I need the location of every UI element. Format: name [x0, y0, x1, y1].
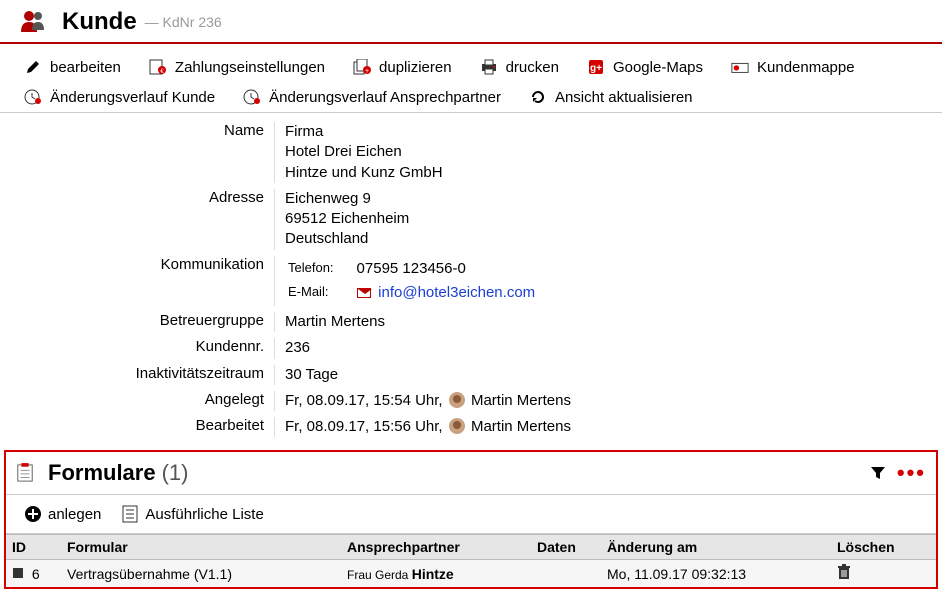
edit-button[interactable]: bearbeiten: [10, 52, 135, 82]
bearbeitet-time: Fr, 08.09.17, 15:56 Uhr,: [285, 418, 443, 435]
clock-history-icon: [243, 88, 261, 106]
panel-title: Formulare: [48, 460, 156, 486]
edit-label: bearbeiten: [50, 59, 121, 76]
name-line2: Hotel Drei Eichen: [285, 142, 942, 162]
duplicate-button[interactable]: + duplizieren: [339, 52, 466, 82]
duplicate-label: duplizieren: [379, 59, 452, 76]
formulare-panel: Formulare (1) ••• anlegen Ausführliche L…: [4, 450, 938, 589]
kundenmappe-button[interactable]: Kundenmappe: [717, 52, 869, 82]
row-ansp-name: Hintze: [412, 566, 454, 582]
label-betreuergruppe: Betreuergruppe: [0, 312, 274, 329]
detailed-list-button[interactable]: Ausführliche Liste: [111, 501, 273, 527]
label-angelegt: Angelegt: [0, 391, 274, 408]
name-line3: Hintze und Kunz GmbH: [285, 163, 942, 183]
col-loeschen[interactable]: Löschen: [831, 535, 936, 560]
label-bearbeitet: Bearbeitet: [0, 417, 274, 434]
label-kundennr: Kundennr.: [0, 338, 274, 355]
panel-header: Formulare (1) •••: [6, 452, 936, 495]
history-contact-label: Änderungsverlauf Ansprechpartner: [269, 89, 501, 106]
duplicate-icon: +: [353, 58, 371, 76]
value-betreuergruppe: Martin Mertens: [274, 312, 942, 332]
row-daten: [531, 560, 601, 588]
create-button[interactable]: anlegen: [14, 501, 111, 527]
panel-sub-toolbar: anlegen Ausführliche Liste: [6, 495, 936, 534]
phone-value: 07595 123456-0: [356, 258, 556, 280]
list-icon: [121, 505, 139, 523]
addr-line3: Deutschland: [285, 229, 942, 249]
plus-circle-icon: [24, 505, 42, 523]
googlemaps-button[interactable]: g+ Google-Maps: [573, 52, 717, 82]
label-inaktiv: Inaktivitätszeitraum: [0, 365, 274, 382]
googlemaps-icon: g+: [587, 58, 605, 76]
col-ansprechpartner[interactable]: Ansprechpartner: [341, 535, 531, 560]
customer-details: Name Firma Hotel Drei Eichen Hintze und …: [0, 113, 942, 450]
addr-line2: 69512 Eichenheim: [285, 209, 942, 229]
avatar-icon: [449, 418, 465, 434]
bearbeitet-user: Martin Mertens: [471, 418, 571, 435]
email-label: E-Mail:: [287, 282, 354, 304]
filter-icon[interactable]: [869, 464, 887, 482]
delete-button[interactable]: [837, 564, 851, 583]
googlemaps-label: Google-Maps: [613, 59, 703, 76]
toolbar: bearbeiten € Zahlungseinstellungen + dup…: [0, 44, 942, 113]
label-address: Adresse: [0, 189, 274, 206]
payment-settings-label: Zahlungseinstellungen: [175, 59, 325, 76]
row-formular: Vertragsübernahme (V1.1): [61, 560, 341, 588]
svg-text:g+: g+: [590, 63, 602, 74]
page-subtitle: — KdNr 236: [145, 14, 222, 30]
label-communication: Kommunikation: [0, 256, 274, 273]
row-ansprechpartner: Frau Gerda Hintze: [341, 560, 531, 588]
value-kundennr: 236: [274, 338, 942, 358]
history-contact-button[interactable]: Änderungsverlauf Ansprechpartner: [229, 82, 515, 112]
row-ansp-prefix: Frau Gerda: [347, 568, 412, 582]
clock-history-icon: [24, 88, 42, 106]
row-doc-icon: [12, 566, 28, 582]
kundenmappe-label: Kundenmappe: [757, 59, 855, 76]
history-customer-button[interactable]: Änderungsverlauf Kunde: [10, 82, 229, 112]
refresh-label: Ansicht aktualisieren: [555, 89, 693, 106]
angelegt-user: Martin Mertens: [471, 392, 571, 409]
value-inaktiv: 30 Tage: [274, 365, 942, 385]
table-row[interactable]: 6 Vertragsübernahme (V1.1) Frau Gerda Hi…: [6, 560, 936, 588]
payment-settings-button[interactable]: € Zahlungseinstellungen: [135, 52, 339, 82]
refresh-icon: [529, 88, 547, 106]
history-customer-label: Änderungsverlauf Kunde: [50, 89, 215, 106]
refresh-button[interactable]: Ansicht aktualisieren: [515, 82, 707, 112]
panel-count: (1): [162, 460, 189, 486]
print-button[interactable]: drucken: [466, 52, 573, 82]
value-name: Firma Hotel Drei Eichen Hintze und Kunz …: [274, 122, 942, 183]
payment-icon: €: [149, 58, 167, 76]
label-name: Name: [0, 122, 274, 139]
email-link[interactable]: info@hotel3eichen.com: [378, 284, 535, 301]
col-formular[interactable]: Formular: [61, 535, 341, 560]
printer-icon: [480, 58, 498, 76]
col-daten[interactable]: Daten: [531, 535, 601, 560]
customer-icon: [20, 10, 46, 35]
envelope-icon: [357, 288, 371, 298]
folder-icon: [731, 58, 749, 76]
name-line1: Firma: [285, 122, 942, 142]
addr-line1: Eichenweg 9: [285, 189, 942, 209]
pencil-icon: [24, 58, 42, 76]
row-aenderung: Mo, 11.09.17 09:32:13: [601, 560, 831, 588]
form-icon: [16, 464, 34, 482]
col-aenderung[interactable]: Änderung am: [601, 535, 831, 560]
value-address: Eichenweg 9 69512 Eichenheim Deutschland: [274, 189, 942, 250]
phone-label: Telefon:: [287, 258, 354, 280]
svg-text:+: +: [365, 68, 369, 75]
create-label: anlegen: [48, 506, 101, 523]
detailed-list-label: Ausführliche Liste: [145, 506, 263, 523]
avatar-icon: [449, 392, 465, 408]
page-title: Kunde: [62, 8, 137, 36]
more-menu-icon[interactable]: •••: [897, 460, 926, 486]
value-communication: Telefon: 07595 123456-0 E-Mail: info@hot…: [274, 256, 942, 307]
value-angelegt: Fr, 08.09.17, 15:54 Uhr, Martin Mertens: [274, 391, 942, 411]
print-label: drucken: [506, 59, 559, 76]
value-bearbeitet: Fr, 08.09.17, 15:56 Uhr, Martin Mertens: [274, 417, 942, 437]
col-id[interactable]: ID: [6, 535, 61, 560]
page-header: Kunde — KdNr 236: [0, 0, 942, 44]
formulare-table: ID Formular Ansprechpartner Daten Änderu…: [6, 534, 936, 587]
row-id: 6: [32, 566, 40, 582]
angelegt-time: Fr, 08.09.17, 15:54 Uhr,: [285, 392, 443, 409]
